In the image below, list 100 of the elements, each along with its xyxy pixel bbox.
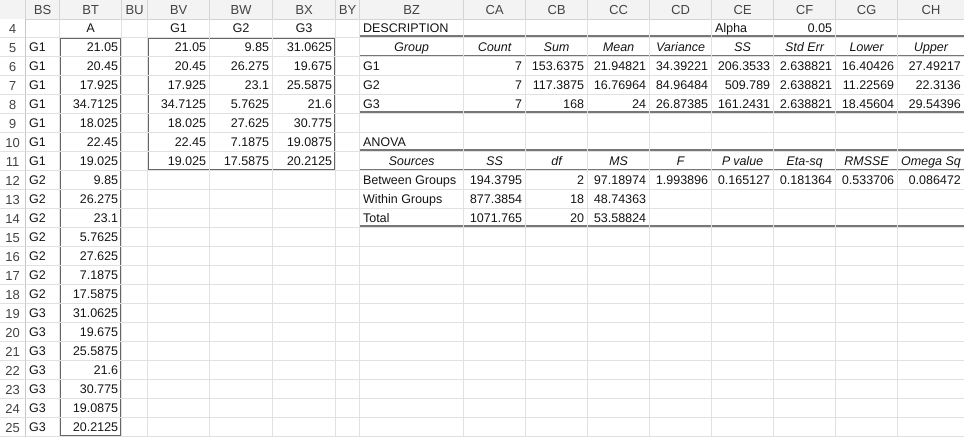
- empty-cell: [836, 399, 898, 418]
- row-header[interactable]: 20: [0, 323, 26, 342]
- row-header[interactable]: 6: [0, 57, 26, 76]
- column-header[interactable]: CD: [650, 0, 712, 20]
- empty-cell: [526, 247, 588, 266]
- column-header[interactable]: CE: [712, 0, 774, 20]
- table-cell: 117.3875: [526, 76, 588, 95]
- empty-cell: [336, 228, 360, 247]
- row-header[interactable]: 10: [0, 133, 26, 152]
- empty-cell: [148, 171, 210, 190]
- empty-cell: [464, 228, 526, 247]
- column-header[interactable]: CF: [774, 0, 836, 20]
- table-cell: 53.58824: [588, 209, 650, 228]
- row-header[interactable]: 7: [0, 76, 26, 95]
- empty-cell: [836, 342, 898, 361]
- row-header[interactable]: 5: [0, 38, 26, 57]
- row-header[interactable]: 19: [0, 304, 26, 323]
- empty-cell: [122, 361, 148, 380]
- table-cell: G1: [26, 114, 60, 133]
- table-cell: 509.789: [712, 76, 774, 95]
- column-header[interactable]: BW: [210, 0, 273, 20]
- table-cell: 29.54396: [898, 95, 964, 114]
- table-cell: G2: [26, 190, 60, 209]
- empty-cell: [210, 380, 273, 399]
- table-cell: G3: [26, 399, 60, 418]
- row-header[interactable]: 25: [0, 418, 26, 437]
- row-header[interactable]: 16: [0, 247, 26, 266]
- empty-cell: [148, 266, 210, 285]
- table-cell: 19.675: [273, 57, 336, 76]
- table-cell: 7.1875: [210, 133, 273, 152]
- table-cell: Alpha: [712, 19, 774, 38]
- table-cell: 0.181364: [774, 171, 836, 190]
- empty-cell: [148, 247, 210, 266]
- table-cell: 17.5875: [210, 152, 273, 171]
- row-header[interactable]: 12: [0, 171, 26, 190]
- column-header[interactable]: BS: [26, 0, 60, 20]
- empty-cell: [588, 19, 650, 38]
- column-header[interactable]: BT: [60, 0, 122, 20]
- row-header[interactable]: 4: [0, 19, 26, 38]
- column-header[interactable]: BX: [273, 0, 336, 20]
- empty-cell: [650, 285, 712, 304]
- row-header[interactable]: 23: [0, 380, 26, 399]
- column-header[interactable]: CB: [526, 0, 588, 20]
- row-header[interactable]: 24: [0, 399, 26, 418]
- row-header[interactable]: 17: [0, 266, 26, 285]
- empty-cell: [210, 266, 273, 285]
- empty-cell: [273, 418, 336, 437]
- empty-cell: [712, 133, 774, 152]
- table-cell: 23.1: [60, 209, 122, 228]
- empty-cell: [836, 190, 898, 209]
- row-header[interactable]: 18: [0, 285, 26, 304]
- empty-cell: [336, 133, 360, 152]
- row-header[interactable]: 9: [0, 114, 26, 133]
- table-cell: 0.165127: [712, 171, 774, 190]
- row-header[interactable]: 8: [0, 95, 26, 114]
- row-header[interactable]: 11: [0, 152, 26, 171]
- row-header[interactable]: 21: [0, 342, 26, 361]
- table-cell: G3: [273, 19, 336, 38]
- empty-cell: [336, 171, 360, 190]
- column-header[interactable]: BV: [148, 0, 210, 20]
- empty-cell: [526, 285, 588, 304]
- table-cell: 27.625: [60, 247, 122, 266]
- empty-cell: [526, 114, 588, 133]
- empty-cell: [836, 228, 898, 247]
- empty-cell: [210, 304, 273, 323]
- empty-cell: [122, 304, 148, 323]
- column-header[interactable]: BU: [122, 0, 148, 20]
- corner-cell[interactable]: [0, 0, 26, 20]
- column-header[interactable]: CG: [836, 0, 898, 20]
- empty-cell: [464, 247, 526, 266]
- row-header[interactable]: 22: [0, 361, 26, 380]
- empty-cell: [650, 114, 712, 133]
- column-header[interactable]: CC: [588, 0, 650, 20]
- empty-cell: [712, 361, 774, 380]
- table-cell: 21.94821: [588, 57, 650, 76]
- empty-cell: [650, 399, 712, 418]
- table-cell: G3: [26, 418, 60, 437]
- table-cell: Total: [360, 209, 464, 228]
- table-cell: G2: [210, 19, 273, 38]
- empty-cell: [273, 247, 336, 266]
- empty-cell: [774, 190, 836, 209]
- empty-cell: [273, 228, 336, 247]
- table-cell: 7: [464, 57, 526, 76]
- column-header[interactable]: CA: [464, 0, 526, 20]
- empty-cell: [774, 342, 836, 361]
- table-cell: G3: [26, 361, 60, 380]
- table-cell: 30.775: [273, 114, 336, 133]
- empty-cell: [464, 19, 526, 38]
- column-header[interactable]: CH: [898, 0, 964, 20]
- table-cell: G1: [26, 57, 60, 76]
- row-header[interactable]: 14: [0, 209, 26, 228]
- column-header[interactable]: BZ: [360, 0, 464, 20]
- empty-cell: [650, 323, 712, 342]
- empty-cell: [273, 190, 336, 209]
- row-header[interactable]: 15: [0, 228, 26, 247]
- empty-cell: [210, 190, 273, 209]
- column-header[interactable]: BY: [336, 0, 360, 20]
- row-header[interactable]: 13: [0, 190, 26, 209]
- empty-cell: [210, 418, 273, 437]
- empty-cell: [148, 418, 210, 437]
